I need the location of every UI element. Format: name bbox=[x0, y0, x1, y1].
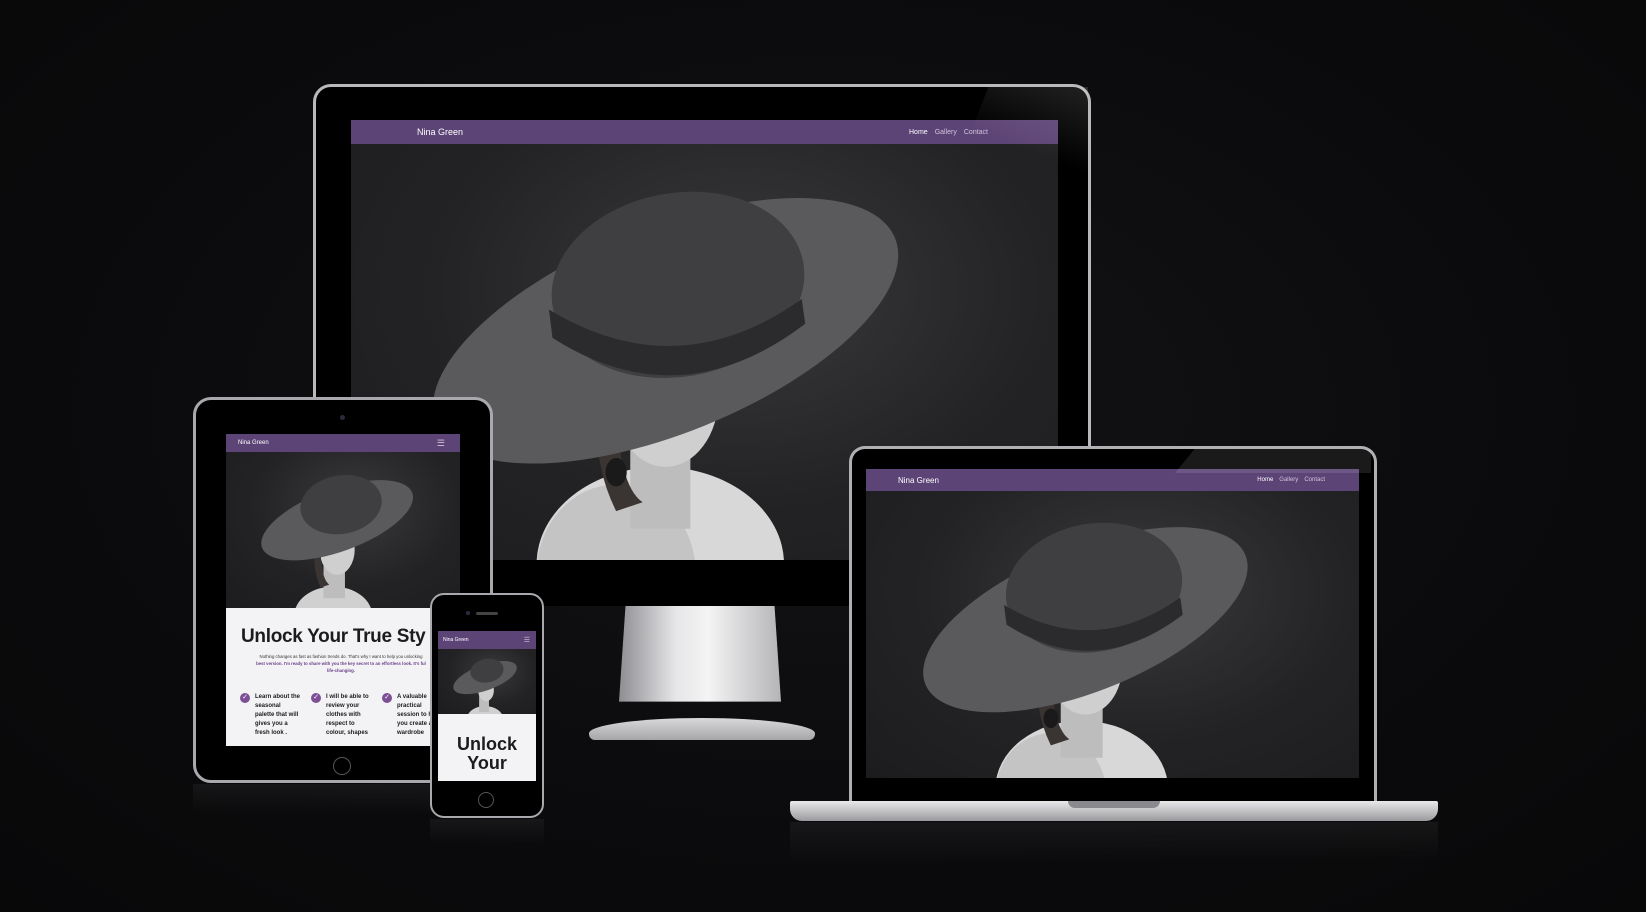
check-icon: ✓ bbox=[240, 693, 250, 703]
woman-in-hat-illustration bbox=[923, 522, 1248, 778]
hero-photo bbox=[438, 649, 536, 714]
phone-website: Nina Green ☰ Unlock Your bbox=[438, 631, 536, 781]
site-navbar: Nina Green Home Gallery Contact bbox=[351, 120, 1058, 144]
desktop-monitor-stand bbox=[619, 606, 781, 702]
site-nav-links: Home Gallery Contact bbox=[1257, 477, 1325, 483]
hero-text-line: Nothing changes as fast as fashion trend… bbox=[259, 654, 423, 659]
site-brand[interactable]: Nina Green bbox=[898, 476, 939, 485]
feature-text: I will be able to review your clothes wi… bbox=[326, 694, 369, 736]
check-icon: ✓ bbox=[382, 693, 392, 703]
phone-camera bbox=[466, 611, 470, 615]
mockup-stage: Nina Green Home Gallery Contact bbox=[0, 0, 1646, 912]
laptop-hinge-notch bbox=[1068, 801, 1160, 808]
hero-text-highlight: life-changing. bbox=[327, 668, 355, 673]
laptop-screen-glare bbox=[1175, 449, 1371, 473]
feature-text: Learn about the seasonal palette that wi… bbox=[255, 694, 301, 736]
nav-link-contact[interactable]: Contact bbox=[1304, 477, 1325, 483]
phone-home-button[interactable] bbox=[478, 792, 494, 808]
phone-speaker bbox=[476, 612, 498, 615]
woman-in-hat-illustration bbox=[261, 474, 414, 608]
tablet-camera bbox=[340, 415, 345, 420]
tablet-website: Nina Green ☰ Unlock Your True Sty Nothin… bbox=[226, 434, 460, 746]
desktop-monitor-foot bbox=[589, 718, 815, 740]
laptop-reflection bbox=[790, 822, 1438, 862]
hero-title: Unlock Your True Sty bbox=[241, 626, 426, 647]
hero-photo bbox=[226, 452, 460, 608]
hero-title: Unlock Your bbox=[456, 734, 517, 773]
hero-text-line: best version. I'm ready to share with yo… bbox=[243, 660, 439, 667]
hero-text-highlight: best version. I'm ready to share with yo… bbox=[256, 661, 426, 666]
nav-link-home[interactable]: Home bbox=[909, 129, 928, 136]
hero-text: Nothing changes as fast as fashion trend… bbox=[243, 653, 439, 674]
site-brand[interactable]: Nina Green bbox=[238, 440, 269, 446]
site-navbar: Nina Green ☰ bbox=[226, 434, 460, 452]
site-brand[interactable]: Nina Green bbox=[417, 127, 463, 137]
site-navbar: Nina Green ☰ bbox=[438, 631, 536, 649]
laptop-website: Nina Green Home Gallery Contact bbox=[866, 469, 1359, 778]
phone-reflection bbox=[430, 819, 544, 844]
feature-item: ✓ Learn about the seasonal palette that … bbox=[240, 693, 301, 738]
woman-in-hat-illustration bbox=[453, 658, 517, 714]
hero-photo bbox=[866, 491, 1359, 778]
nav-link-gallery[interactable]: Gallery bbox=[935, 129, 957, 136]
feature-item: ✓ I will be able to review your clothes … bbox=[311, 693, 372, 738]
check-icon: ✓ bbox=[311, 693, 321, 703]
nav-link-gallery[interactable]: Gallery bbox=[1279, 477, 1298, 483]
tablet-home-button[interactable] bbox=[333, 757, 351, 775]
site-brand[interactable]: Nina Green bbox=[443, 637, 469, 643]
nav-link-home[interactable]: Home bbox=[1257, 477, 1273, 483]
hamburger-icon[interactable]: ☰ bbox=[437, 438, 445, 448]
hamburger-icon[interactable]: ☰ bbox=[524, 637, 530, 644]
features-list: ✓ Learn about the seasonal palette that … bbox=[240, 693, 443, 738]
